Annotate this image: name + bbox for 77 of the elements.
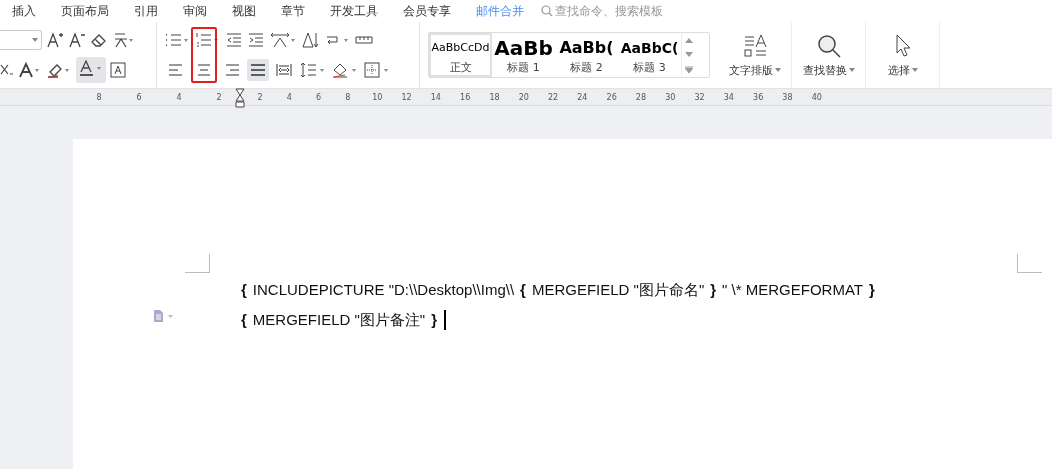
text-layout-icon: [741, 32, 768, 59]
ruler-number: 12: [401, 92, 412, 102]
margin-corner-mark: [1017, 254, 1042, 273]
style-option[interactable]: AaBb 标题 1: [492, 33, 555, 77]
ribbon-tab[interactable]: 开发工具: [330, 2, 378, 20]
align-justify-icon: [250, 63, 266, 77]
caret-icon: [774, 68, 781, 72]
ribbon-tab[interactable]: 会员专享: [403, 2, 451, 20]
ruler-number: 16: [460, 92, 471, 102]
ribbon-tab[interactable]: 邮件合并: [476, 2, 524, 20]
field-code-line: { INCLUDEPICTURE "D:\\Desktop\\Img\\ { MERGEFIELD "图片命名" } " \* MERGEFORMAT }: [241, 280, 876, 300]
align-center-icon: [196, 63, 212, 77]
decrease-indent-icon[interactable]: [225, 31, 243, 49]
bullet-list-icon[interactable]: [165, 31, 191, 49]
style-option[interactable]: AaBbCcDd 正文: [429, 33, 492, 77]
phonetic-icon[interactable]: [112, 31, 134, 49]
align-left-icon: [168, 63, 184, 77]
ruler-number: 14: [430, 92, 441, 102]
align-center-button[interactable]: [191, 27, 217, 83]
search-icon: [541, 5, 553, 17]
ruler-number: 4: [285, 92, 293, 102]
ruler-number: 34: [723, 92, 734, 102]
chinese-layout-icon[interactable]: [269, 31, 297, 49]
ribbon-tab[interactable]: 审阅: [183, 2, 207, 20]
caret-icon: [911, 68, 918, 72]
grow-font-icon[interactable]: [46, 31, 64, 49]
ruler-number: 6: [315, 92, 323, 102]
scroll-down-icon[interactable]: [685, 51, 693, 57]
search-icon: [815, 32, 842, 59]
ruler-number: 18: [489, 92, 500, 102]
field-code-line: { MERGEFIELD "图片备注" }: [241, 309, 1052, 331]
font-color-button[interactable]: [76, 57, 106, 83]
style-option[interactable]: AaBbC( 标题 3: [618, 33, 681, 77]
tool-button[interactable]: 文字排版: [718, 22, 792, 88]
margin-corner-mark: [185, 254, 210, 273]
tool-button[interactable]: 查找替换: [792, 22, 866, 88]
ruler-number: 10: [372, 92, 383, 102]
ruler-number: 30: [665, 92, 676, 102]
ribbon-tab[interactable]: 引用: [134, 2, 158, 20]
shading-icon[interactable]: [331, 61, 359, 79]
style-option[interactable]: AaBb( 标题 2: [555, 33, 618, 77]
ruler-number: 24: [577, 92, 588, 102]
ruler-number: 40: [811, 92, 822, 102]
tool-button[interactable]: 选择: [866, 22, 940, 88]
font-size-field[interactable]: [0, 30, 42, 50]
ruler-icon[interactable]: [355, 33, 373, 47]
ruler-number: 28: [635, 92, 646, 102]
ruler-number: 8: [344, 92, 352, 102]
align-right-icon: [224, 63, 240, 77]
ruler-number: 36: [753, 92, 764, 102]
ruler-number: 22: [547, 92, 558, 102]
ruler-number: 20: [518, 92, 529, 102]
ribbon-tab[interactable]: 章节: [281, 2, 305, 20]
ruler-number: 6: [135, 92, 143, 102]
numbered-list-icon[interactable]: [195, 31, 221, 49]
ruler-number: 4: [175, 92, 183, 102]
indent-marker-icon[interactable]: [235, 88, 245, 108]
ruler-number: 8: [95, 92, 103, 102]
ruler-number: 26: [606, 92, 617, 102]
ruler-number: 2: [256, 92, 264, 102]
align-distributed-icon: [276, 63, 292, 77]
text-effect-icon[interactable]: [18, 61, 42, 79]
ribbon-tab[interactable]: 页面布局: [61, 2, 109, 20]
expand-icon[interactable]: [685, 65, 693, 73]
ruler-number: 38: [782, 92, 793, 102]
align-justify-button[interactable]: [247, 59, 269, 81]
ribbon-tab[interactable]: 视图: [232, 2, 256, 20]
ruler-number: 32: [694, 92, 705, 102]
ruler-number: 2: [215, 92, 223, 102]
character-border-icon[interactable]: [110, 62, 126, 78]
caret-icon: [848, 68, 855, 72]
ribbon-tab[interactable]: 插入: [12, 2, 36, 20]
shrink-font-icon[interactable]: [68, 31, 86, 49]
increase-indent-icon[interactable]: [247, 31, 265, 49]
sort-icon[interactable]: [301, 31, 321, 49]
scroll-up-icon[interactable]: [685, 37, 693, 43]
caret-icon: [32, 38, 38, 42]
